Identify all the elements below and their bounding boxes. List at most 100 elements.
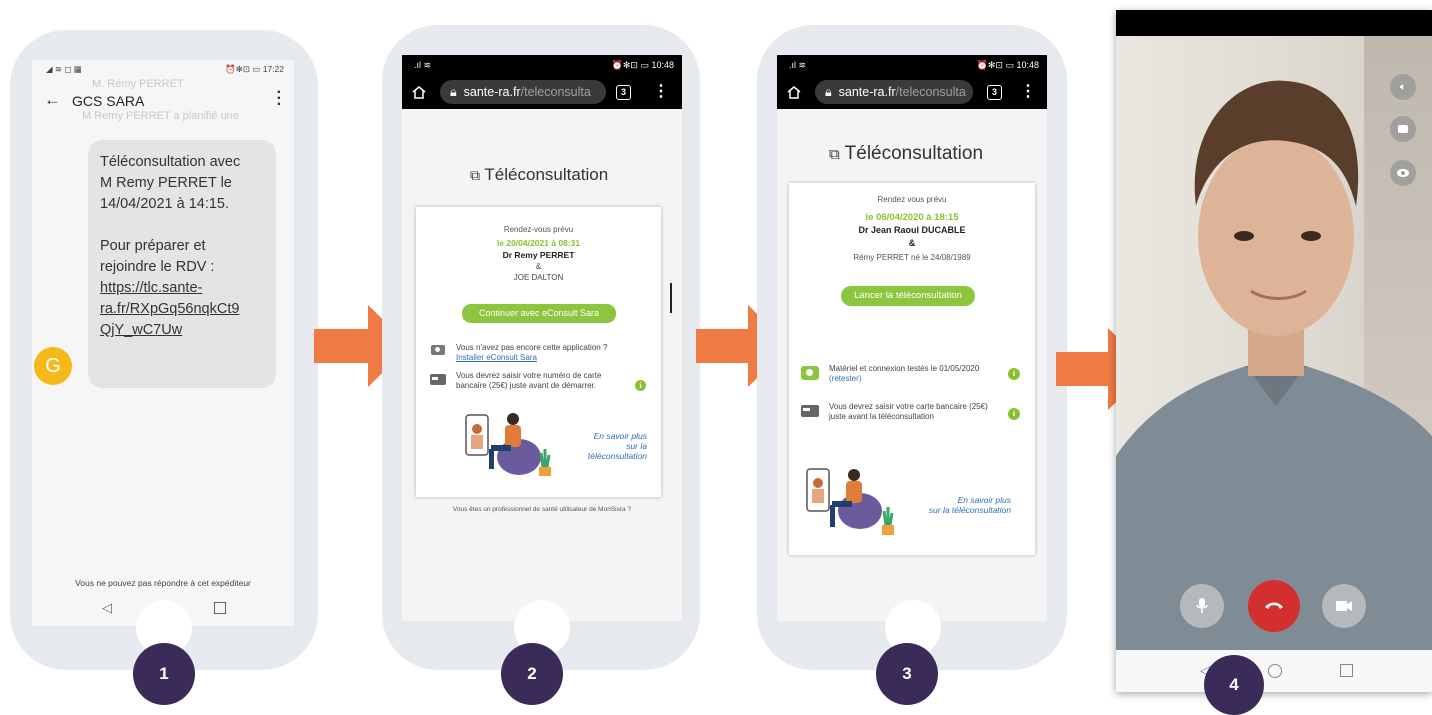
step-badge-3: 3 <box>876 643 938 705</box>
status-time: 17:22 <box>262 64 284 74</box>
browser-toolbar: 🔒︎ sante-ra.fr/teleconsulta 3 ⋮ <box>402 75 682 109</box>
conversation-title: GCS SARA <box>72 93 145 109</box>
teleconsultation-illustration <box>465 413 551 476</box>
link-line[interactable]: https://tlc.sante- <box>100 278 240 299</box>
doctor-name: Dr Remy PERRET <box>502 250 575 260</box>
url-bar[interactable]: 🔒︎ sante-ra.fr/teleconsulta <box>440 80 606 104</box>
speaker-button[interactable]: 🔈︎ <box>1390 74 1416 100</box>
recent-apps-icon[interactable] <box>1340 664 1353 677</box>
browser-screen-2: .ıl ≋ ⏰✻⊡ ▭ 10:48 🔒︎ sante-ra.fr/telecons… <box>402 55 682 621</box>
ampersand: & <box>535 262 542 271</box>
scroll-indicator <box>670 283 672 313</box>
continue-econsult-button[interactable]: Continuer avec eConsult Sara <box>462 304 616 323</box>
phone-frame-2: .ıl ≋ ⏰✻⊡ ▭ 10:48 🔒︎ sante-ra.fr/telecons… <box>382 25 700 670</box>
message-bubble: Téléconsultation avec M Remy PERRET le 1… <box>88 140 276 388</box>
equipment-tested-note: Matériel et connexion testés le 01/05/20… <box>829 364 980 384</box>
status-bar: ◢ ≋ ◻ ▦ ⏰✻⊡ ▭ 17:22 <box>32 60 294 78</box>
overflow-menu-icon[interactable]: · · · <box>277 85 282 113</box>
teleconsultation-logo-icon: ⧉ <box>829 146 840 163</box>
sms-screen: ◢ ≋ ◻ ▦ ⏰✻⊡ ▭ 17:22 M. Rémy PERRET M Rem… <box>32 60 294 626</box>
browser-menu-icon[interactable]: ⋮ <box>653 84 669 100</box>
sender-avatar: G <box>34 347 72 385</box>
reply-disabled-note: Vous ne pouvez pas répondre à cet expédi… <box>75 578 251 588</box>
home-nav-icon[interactable] <box>1268 664 1282 678</box>
caller-video-silhouette <box>1116 80 1432 650</box>
message-link[interactable]: https://tlc.sante- ra.fr/RXpGq56nqkCt9 Q… <box>100 278 240 341</box>
back-nav-icon[interactable]: ◁ <box>102 600 112 616</box>
install-app-link[interactable]: Installer eConsult Sara <box>456 353 607 363</box>
home-icon[interactable] <box>787 86 801 99</box>
back-arrow-icon[interactable]: ← <box>44 90 61 110</box>
credit-card-icon <box>430 374 446 385</box>
speaker-icon: 🔈︎ <box>1399 81 1407 93</box>
info-icon[interactable]: i <box>635 380 646 391</box>
step-badge-4: 4 <box>1204 655 1264 715</box>
teleconsultation-logo-icon: ⧉ <box>470 167 480 183</box>
signal-icon: .ıl ≋ <box>414 60 432 70</box>
learn-more-link[interactable]: En savoir plus sur la téléconsultation <box>929 495 1011 515</box>
ghost-notification-2: M Remy PERRET a planifié une <box>82 110 239 122</box>
appointment-label: Rendez-vous prévu <box>503 225 574 234</box>
message-line: Téléconsultation avec <box>100 154 241 170</box>
appointment-card: Rendez vous prévu le 06/04/2020 à 18:15 … <box>789 183 1035 555</box>
hangup-icon <box>1265 602 1283 609</box>
phone-frame-1: ◢ ≋ ◻ ▦ ⏰✻⊡ ▭ 17:22 M. Rémy PERRET M Rem… <box>10 30 318 670</box>
appointment-label: Rendez vous prévu <box>877 195 947 204</box>
signal-icons: ◢ ≋ ◻ ▦ <box>46 64 82 74</box>
message-line: M Remy PERRET le <box>100 175 232 191</box>
link-line[interactable]: QjY_wC7Uw <box>100 320 240 341</box>
lock-icon: 🔒︎ <box>450 85 457 99</box>
card-notice: Vous devrez saisir votre numéro de carte… <box>456 371 602 390</box>
message-line <box>100 215 240 236</box>
mute-mic-button[interactable] <box>1180 584 1224 628</box>
teleconsultation-illustration <box>806 468 894 535</box>
retest-link[interactable]: (retester) <box>829 374 979 384</box>
hangup-button[interactable] <box>1248 580 1300 632</box>
message-text: Téléconsultation avec M Remy PERRET le 1… <box>100 152 240 341</box>
nav-bar: ◁ <box>1116 650 1432 692</box>
visibility-button[interactable] <box>1390 160 1416 186</box>
camera-icon <box>431 345 445 355</box>
info-icon[interactable]: i <box>1008 368 1020 380</box>
signal-icon: .ıl ≋ <box>789 60 807 70</box>
browser-toolbar: 🔒︎ sante-ra.fr/teleconsulta 3 ⋮ <box>777 75 1047 109</box>
start-teleconsultation-button[interactable]: Lancer la téléconsultation <box>841 286 975 306</box>
phone-frame-3: .ıl ≋ ⏰✻⊡ ▭ 10:48 🔒︎ sante-ra.fr/telecons… <box>757 25 1067 670</box>
appointment-card: Rendez-vous prévu le 20/04/2021 à 08:31 … <box>416 207 661 497</box>
tab-count-button[interactable]: 3 <box>616 85 631 100</box>
message-line: 14/04/2021 à 14:15. <box>100 196 230 212</box>
status-bar <box>1116 10 1432 36</box>
screen-share-icon <box>1398 125 1408 133</box>
video-call-screen: 🔈︎ ◁ <box>1116 10 1432 692</box>
camera-icon <box>1336 601 1352 611</box>
credit-card-icon <box>801 405 819 417</box>
ghost-notification-1: M. Rémy PERRET <box>92 78 184 90</box>
video-feed: 🔈︎ <box>1116 36 1432 650</box>
step-badge-1: 1 <box>133 643 195 705</box>
professional-note[interactable]: Vous êtes un professionnel de santé util… <box>402 506 682 513</box>
step-badge-2: 2 <box>501 643 563 705</box>
appointment-datetime: le 20/04/2021 à 08:31 <box>496 238 581 248</box>
card-notice: Vous devrez saisir votre carte bancaire … <box>829 402 988 421</box>
learn-more-link[interactable]: En savoir plus sur la téléconsultation <box>588 431 647 461</box>
info-icon[interactable]: i <box>1008 408 1020 420</box>
page-title: ⧉ Téléconsultation <box>470 165 609 184</box>
patient-name: Rémy PERRET né le 24/08/1989 <box>853 253 971 262</box>
message-line: rejoindre le RDV : <box>100 259 215 275</box>
ampersand: & <box>908 238 916 248</box>
camera-toggle-button[interactable] <box>1322 584 1366 628</box>
status-time: ⏰✻⊡ ▭ 10:48 <box>611 60 674 70</box>
eye-icon <box>1397 169 1409 177</box>
appointment-datetime: le 06/04/2020 à 18:15 <box>865 212 959 223</box>
browser-menu-icon[interactable]: ⋮ <box>1020 84 1036 100</box>
screen-share-button[interactable] <box>1390 116 1416 142</box>
message-line: Pour préparer et <box>100 238 206 254</box>
link-line[interactable]: ra.fr/RXpGq56nqkCt9 <box>100 299 240 320</box>
home-icon[interactable] <box>412 86 426 99</box>
browser-screen-3: .ıl ≋ ⏰✻⊡ ▭ 10:48 🔒︎ sante-ra.fr/telecons… <box>777 55 1047 621</box>
tab-count-button[interactable]: 3 <box>987 85 1002 100</box>
recent-apps-icon[interactable] <box>214 602 226 614</box>
url-bar[interactable]: 🔒︎ sante-ra.fr/teleconsulta <box>815 80 973 104</box>
doctor-name: Dr Jean Raoul DUCABLE <box>858 225 966 235</box>
lock-icon: 🔒︎ <box>825 85 832 99</box>
